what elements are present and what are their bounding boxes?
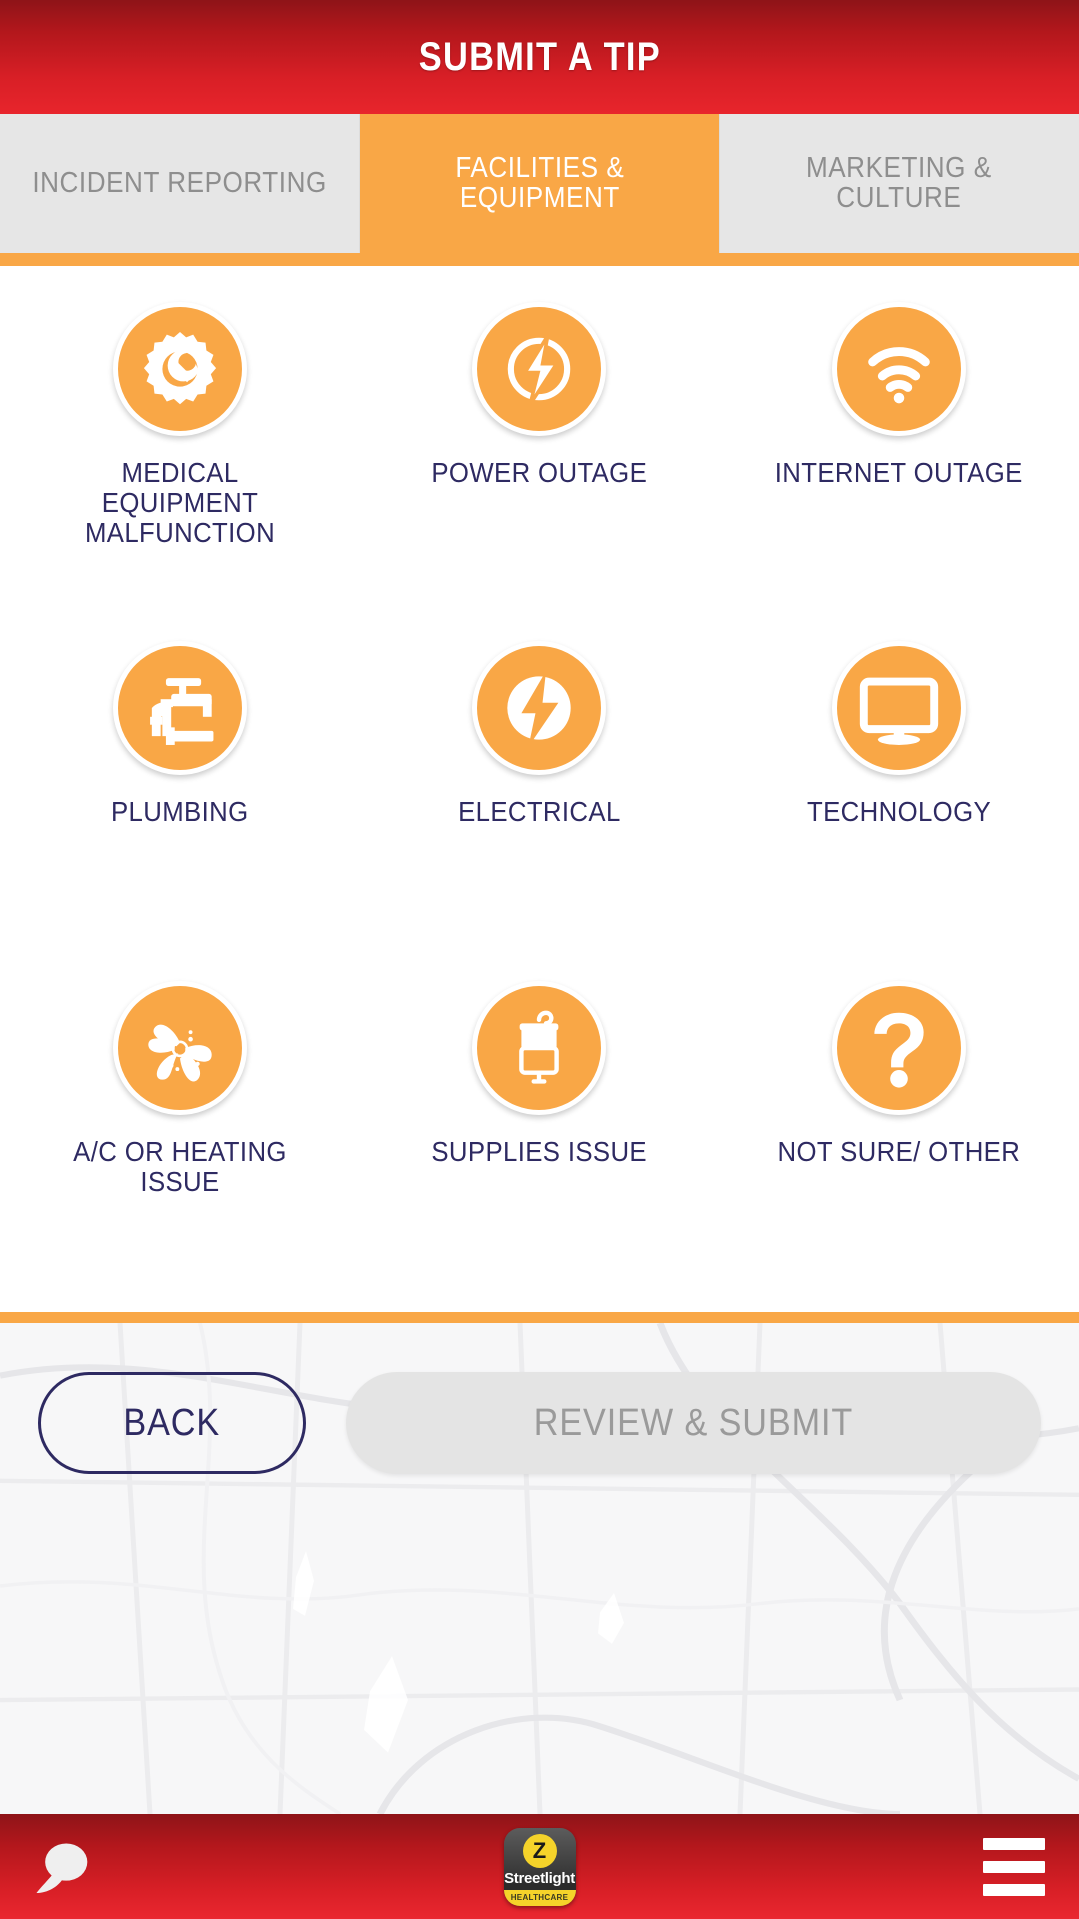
category-label: SUPPLIES ISSUE [431,1135,648,1167]
category-internet-outage[interactable]: INTERNET OUTAGE [719,294,1079,633]
brand-mark: Z [522,1833,557,1868]
lightning-bolt-icon [472,641,607,776]
tab-marketing-culture[interactable]: MARKETING & CULTURE [719,114,1079,253]
page-title: SUBMIT A TIP [418,34,661,79]
category-label: PLUMBING [111,796,249,828]
tab-label: MARKETING & CULTURE [806,151,993,214]
question-mark-icon [832,980,967,1115]
footer-buttons: BACK REVIEW & SUBMIT [0,1323,1079,1474]
tab-facilities-equipment[interactable]: FACILITIES & EQUIPMENT [359,114,720,253]
chat-bubble-icon[interactable] [34,1836,96,1898]
category-label: TECHNOLOGY [807,796,992,828]
category-medical-equipment-malfunction[interactable]: MEDICAL EQUIPMENT MALFUNCTION [0,294,360,633]
category-label: INTERNET OUTAGE [775,457,1024,488]
brand-logo[interactable]: Z Streetlight HEALTHCARE [503,1827,576,1906]
category-label: MEDICAL EQUIPMENT MALFUNCTION [84,457,275,549]
category-grid: MEDICAL EQUIPMENT MALFUNCTION POWER OUTA… [0,294,1079,1312]
category-grid-area: MEDICAL EQUIPMENT MALFUNCTION POWER OUTA… [0,266,1079,1312]
power-outage-bolt-icon [472,302,607,436]
category-supplies-issue[interactable]: SUPPLIES ISSUE [360,973,720,1312]
tab-label: FACILITIES & EQUIPMENT [455,151,624,214]
gear-wrench-icon [112,302,247,436]
tab-label: INCIDENT REPORTING [32,166,328,199]
category-label: NOT SURE/ OTHER [777,1135,1021,1167]
category-label: A/C OR HEATING ISSUE [73,1135,287,1197]
monitor-icon [832,641,967,776]
review-and-submit-label: REVIEW & SUBMIT [533,1401,854,1444]
category-not-sure-other[interactable]: NOT SURE/ OTHER [719,973,1079,1312]
review-and-submit-button[interactable]: REVIEW & SUBMIT [346,1372,1041,1474]
category-electrical[interactable]: ELECTRICAL [360,633,720,972]
category-plumbing[interactable]: PLUMBING [0,633,360,972]
category-technology[interactable]: TECHNOLOGY [719,633,1079,972]
menu-bar [983,1860,1045,1873]
iv-bag-icon [472,980,607,1115]
back-button[interactable]: BACK [38,1372,306,1474]
menu-bar [983,1883,1045,1896]
tab-underline [0,253,1079,266]
category-tabs: INCIDENT REPORTING FACILITIES & EQUIPMEN… [0,114,1079,253]
hamburger-menu-icon[interactable] [983,1837,1045,1896]
app-header: SUBMIT A TIP [0,0,1079,114]
menu-bar [983,1837,1045,1850]
tab-incident-reporting[interactable]: INCIDENT REPORTING [0,114,360,253]
brand-name: Streetlight [504,1869,575,1887]
back-button-label: BACK [123,1401,221,1444]
brand-subtitle: HEALTHCARE [503,1889,576,1906]
faucet-pipe-icon [112,641,247,776]
category-ac-or-heating-issue[interactable]: A/C OR HEATING ISSUE [0,973,360,1312]
footer-action-area: BACK REVIEW & SUBMIT [0,1312,1079,1814]
app-screen: SUBMIT A TIP INCIDENT REPORTING FACILITI… [0,0,1079,1919]
bottom-navigation-bar: Z Streetlight HEALTHCARE [0,1814,1079,1919]
category-label: ELECTRICAL [458,796,621,828]
wifi-icon [832,302,967,436]
fan-icon [112,980,247,1115]
category-label: POWER OUTAGE [431,457,648,488]
category-power-outage[interactable]: POWER OUTAGE [360,294,720,633]
